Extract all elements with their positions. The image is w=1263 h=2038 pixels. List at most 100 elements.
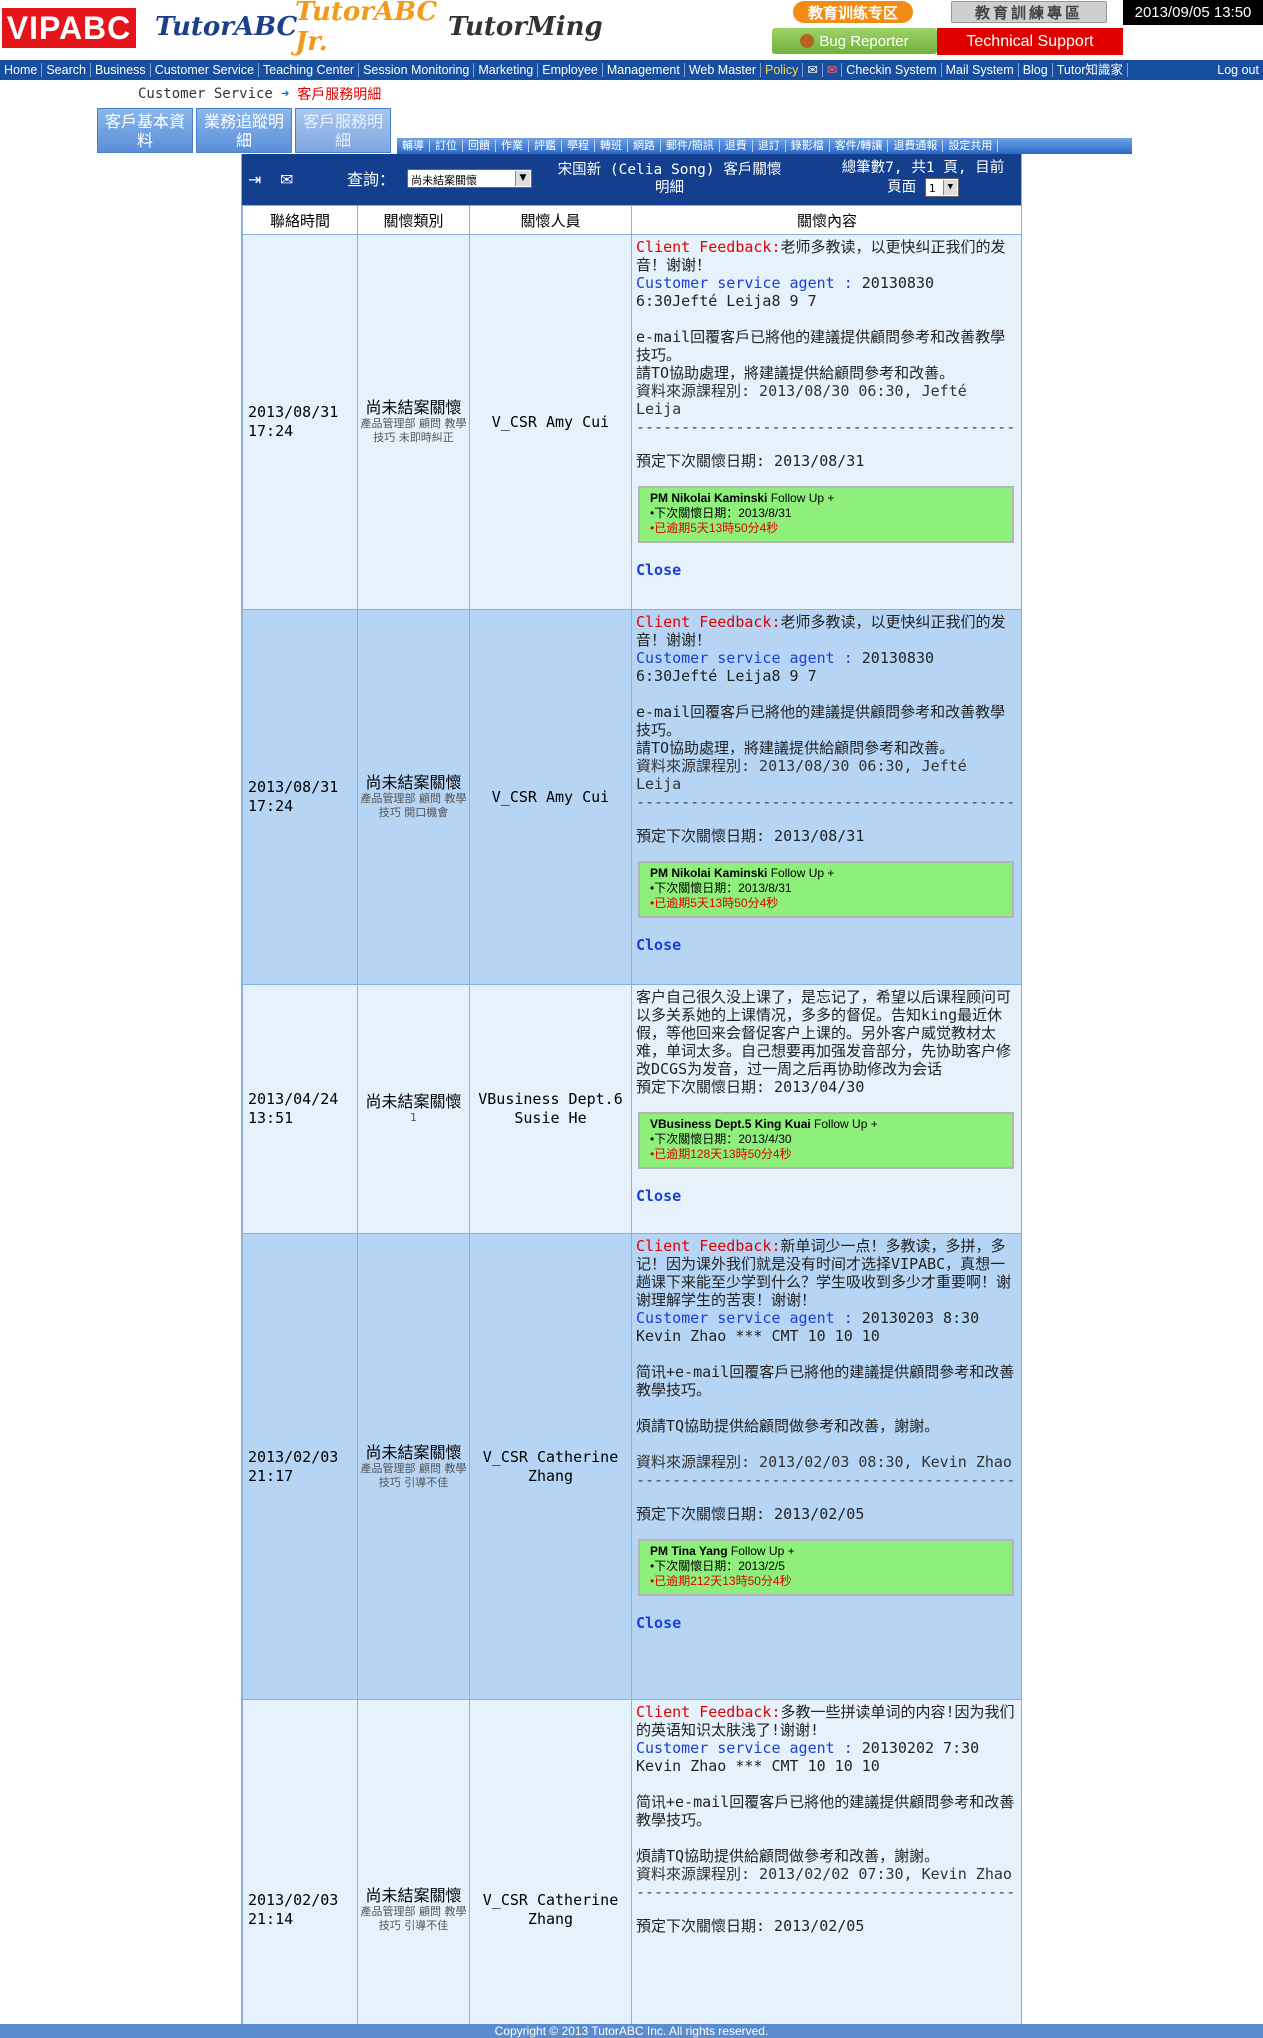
follow-up-date: •下次關懷日期：2013/8/31 [650,881,792,895]
arrow-right-icon: ➜ [280,86,290,102]
nav-business[interactable]: Business [91,63,151,77]
source-text: 資料來源課程別: 2013/02/02 07:30, Kevin Zhao [636,1865,1012,1883]
mail-alert-icon[interactable]: ✉ [823,63,843,77]
care-category-sub: 產品管理部 顧問 教學技巧 引導不佳 [360,1461,467,1489]
record-count: 總筆數7, 共1 頁, 目前 頁面 1 ▼ [827,159,1019,198]
follow-up-label[interactable]: Follow Up + [814,1117,878,1131]
care-category-sub: 1 [410,1111,417,1124]
vipabc-logo[interactable]: VIPABC [2,8,136,48]
subnav-item[interactable]: 退費 [720,140,753,152]
tutorabc-jr-logo[interactable]: TutorABC Jr. [295,0,437,57]
follow-up-box[interactable]: PM Nikolai Kaminski Follow Up + •下次關懷日期：… [638,861,1014,918]
care-category-main: 尚未結案關懷 [365,1885,462,1905]
logout-link[interactable]: Log out [1217,63,1263,77]
follow-up-overdue: •已逾期5天13時50分4秒 [650,896,779,910]
subnav-item[interactable]: 設定共用 [943,140,999,152]
contact-time-cell: 2013/02/03 21:17 [242,1233,358,1700]
nav-web-master[interactable]: Web Master [685,63,761,77]
nav-management[interactable]: Management [603,63,685,77]
nav-employee[interactable]: Employee [538,63,603,77]
contact-date: 2013/08/31 [248,778,339,796]
care-category-main: 尚未結案關懷 [365,398,462,417]
nav-session-monitoring[interactable]: Session Monitoring [359,63,475,77]
follow-up-date: •下次關懷日期：2013/8/31 [650,506,792,520]
next-care-date: 預定下次關懷日期: 2013/04/30 [636,1078,865,1096]
subnav-item[interactable]: 錄影檔 [786,140,830,152]
subnav-item[interactable]: 退訂 [753,140,786,152]
subnav-item[interactable]: 學程 [562,140,595,152]
nav-checkin-system[interactable]: Checkin System [842,63,942,77]
care-content-cell: 客户自己很久没上课了，是忘记了，希望以后课程顾问可以多关系她的上课情况，多多的督… [631,984,1021,1234]
follow-up-label[interactable]: Follow Up + [731,1544,795,1558]
next-care-date: 預定下次關懷日期: 2013/08/31 [636,827,865,845]
care-category-main: 尚未結案關懷 [365,773,462,792]
tutorabc-logo[interactable]: TutorABC [155,6,297,48]
main-nav: Home Search Business Customer Service Te… [0,60,1263,80]
tab-business-tracking[interactable]: 業務追蹤明細 [196,108,292,153]
follow-up-box[interactable]: PM Tina Yang Follow Up + •下次關懷日期：2013/2/… [638,1539,1014,1596]
subnav-item[interactable]: 訂位 [430,140,463,152]
contact-date: 2013/02/03 [248,1890,339,1909]
care-records-table: 聯絡時間 關懷類別 關懷人員 關懷內容 2013/08/31 17:24 尚未結… [242,205,1021,2024]
close-link[interactable]: Close [636,936,1018,954]
nav-mail-system[interactable]: Mail System [942,63,1019,77]
follow-up-label[interactable]: Follow Up + [771,866,835,880]
subnav-item[interactable]: 郵件/簡訊 [661,140,720,152]
nav-blog[interactable]: Blog [1019,63,1053,77]
record-count-line2: 頁面 [887,179,917,196]
reply-text: e-mail回覆客戶已將他的建議提供顧問參考和改善教學技巧。 [636,703,1006,739]
follow-up-box[interactable]: VBusiness Dept.5 King Kuai Follow Up + •… [638,1112,1014,1169]
subnav-item[interactable]: 客件/轉讓 [830,140,889,152]
tutorming-logo[interactable]: TutorMing [448,6,603,48]
tab-customer-basic-info[interactable]: 客戶基本資料 [97,108,193,153]
subnav-item[interactable]: 轉班 [595,140,628,152]
source-text: 資料來源課程別: 2013/02/03 08:30, Kevin Zhao [636,1453,1012,1471]
bug-icon [800,34,815,48]
query-header: ⇥ ✉ 查詢： 尚未結案關懷 ▼ 宋国新 (Celia Song) 客戶關懷 明… [242,154,1021,205]
nav-teaching-center[interactable]: Teaching Center [259,63,360,77]
nav-policy[interactable]: Policy [761,63,804,77]
close-link[interactable]: Close [636,561,1018,579]
table-row: 2013/02/03 21:17 尚未結案關懷 產品管理部 顧問 教學技巧 引導… [242,1233,1021,1700]
nav-home[interactable]: Home [0,63,43,77]
follow-up-label[interactable]: Follow Up + [771,491,835,505]
care-staff-cell: V_CSR Catherine Zhang [469,1699,632,2024]
next-care-date: 預定下次關懷日期: 2013/02/05 [636,1505,865,1523]
reply-text: e-mail回覆客戶已將他的建議提供顧問參考和改善教學技巧。 [636,328,1006,364]
subnav-item[interactable]: 回饋 [463,140,496,152]
record-count-line1: 總筆數7, 共1 頁, 目前 [841,160,1005,176]
care-status-select[interactable]: 尚未結案關懷 ▼ [407,169,532,188]
nav-customer-service[interactable]: Customer Service [151,63,260,77]
care-content-cell: Client Feedback:老师多教读，以更快纠正我们的发音！谢谢！ Cus… [631,609,1021,985]
separator: ----------------------------------------… [636,418,1016,436]
page-select[interactable]: 1 ▼ [924,178,959,197]
export-icon[interactable]: ⇥ [248,170,261,189]
mail-icon[interactable]: ✉ [280,170,293,189]
reply-note: 請TO協助處理，將建議提供給顧問參考和改善。 [636,364,955,382]
col-contact-time: 聯絡時間 [242,205,358,235]
subnav-item[interactable]: 評鑑 [529,140,562,152]
follow-up-box[interactable]: PM Nikolai Kaminski Follow Up + •下次關懷日期：… [638,486,1014,543]
edu-training-zone-button[interactable]: 教育训练专区 [793,1,913,23]
nav-search[interactable]: Search [42,63,91,77]
footer: Copyright © 2013 TutorABC Inc. All right… [0,2024,1263,2038]
subnav-item[interactable]: 作業 [496,140,529,152]
bug-reporter-button[interactable]: Bug Reporter [772,28,937,54]
mail-icon[interactable]: ✉ [803,63,823,77]
nav-tutor-knowledge[interactable]: Tutor知識家 [1053,63,1128,77]
source-text: 資料來源課程別: 2013/08/30 06:30, Jefté Leija [636,757,967,793]
close-link[interactable]: Close [636,1614,1018,1632]
subnav-item[interactable]: 網路 [628,140,661,152]
close-link[interactable]: Close [636,1187,1018,1205]
follow-up-pm: PM Tina Yang [650,1544,728,1558]
follow-up-pm: PM Nikolai Kaminski [650,491,768,505]
edu-training-zone-tw-button[interactable]: 教育訓練專區 [951,1,1107,23]
nav-marketing[interactable]: Marketing [474,63,539,77]
client-feedback-label: Client Feedback: [636,238,781,256]
subnav-item[interactable]: 輔導 [397,140,430,152]
breadcrumb-section[interactable]: Customer Service [138,86,273,102]
tab-customer-service-detail[interactable]: 客戶服務明細 [295,108,391,153]
subnav-item[interactable]: 退費通報 [888,140,944,152]
technical-support-button[interactable]: Technical Support [937,28,1123,55]
reply-note: 煩請TQ協助提供給顧問做參考和改善，謝謝。 [636,1417,940,1435]
